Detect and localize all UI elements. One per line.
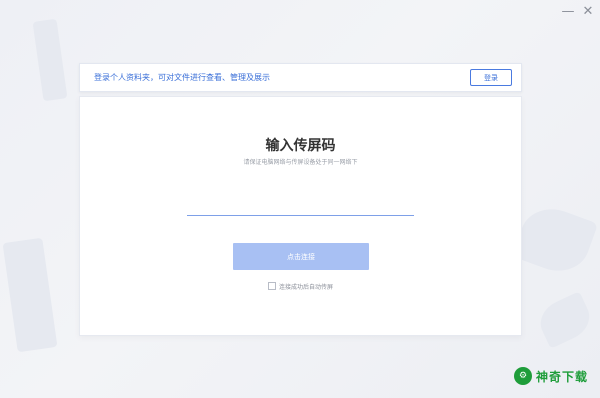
watermark-logo-icon: ⚙ — [513, 367, 532, 385]
connect-button[interactable]: 点击连接 — [233, 243, 369, 270]
page-title: 输入传屏码 — [265, 138, 336, 154]
auto-cast-label: 连接成功后自动传屏 — [278, 284, 333, 291]
auto-cast-option[interactable]: 连接成功后自动传屏 — [80, 282, 521, 291]
background-decoration — [511, 199, 599, 281]
network-hint: 请保证电脑网络与传屏设备处于同一网络下 — [243, 159, 358, 166]
login-button[interactable]: 登录 — [470, 69, 512, 86]
close-button[interactable]: ✕ — [580, 4, 596, 20]
background-decoration — [533, 291, 597, 349]
banner-text: 登录个人资料夹，可对文件进行查看、管理及展示 — [94, 73, 270, 82]
watermark-text: 神奇下载 — [535, 369, 588, 384]
background-decoration — [2, 237, 58, 353]
background-decoration — [32, 18, 68, 102]
screen-code-input[interactable] — [187, 197, 414, 216]
site-watermark: ⚙ 神奇下载 — [513, 366, 588, 386]
screen-code-card: 输入传屏码 请保证电脑网络与传屏设备处于同一网络下 点击连接 连接成功后自动传屏 — [79, 96, 522, 336]
auto-cast-checkbox[interactable] — [267, 282, 276, 290]
minimize-button[interactable]: — — [560, 4, 576, 20]
login-banner: 登录个人资料夹，可对文件进行查看、管理及展示 登录 — [79, 63, 522, 92]
